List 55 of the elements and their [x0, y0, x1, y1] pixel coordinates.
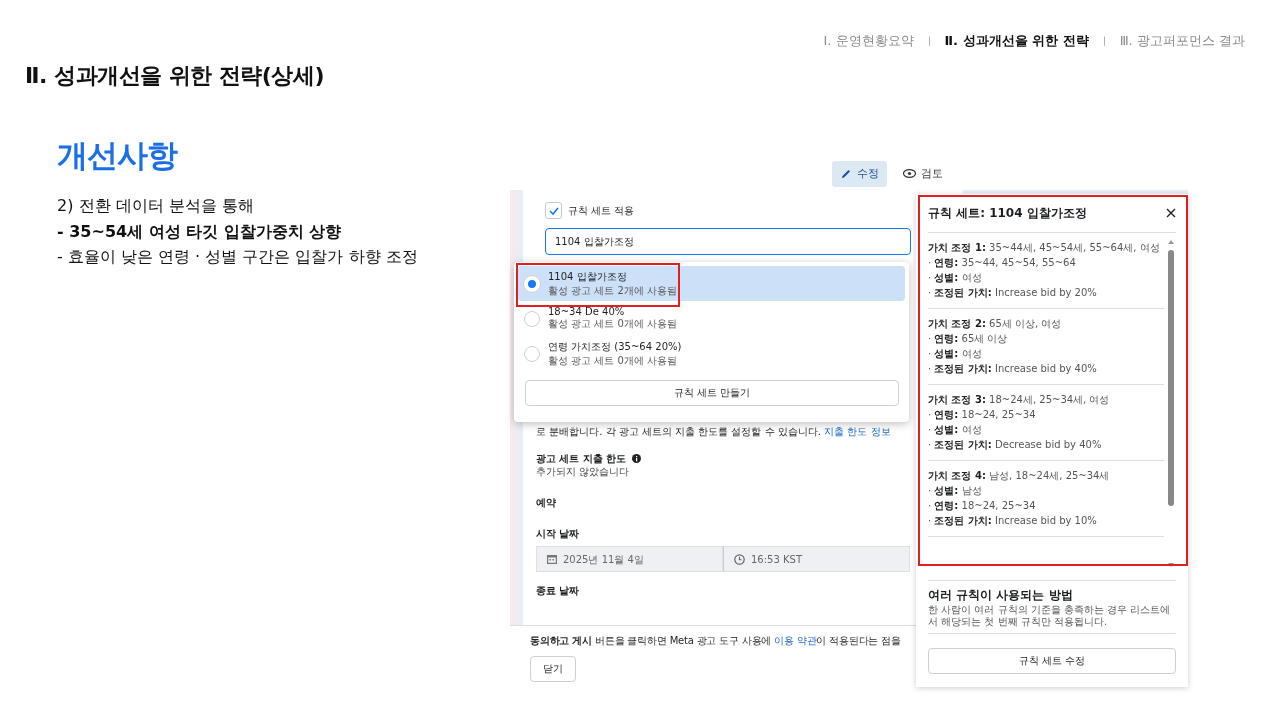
rule-set-field[interactable]: 1104 입찰가조정	[545, 228, 911, 255]
adjustment-detail: · 연령: 65세 이상	[928, 332, 1009, 346]
help-text: 한 사람이 여러 규칙의 기준을 충족하는 경우 리스트에서 해당되는 첫 번째 규칙만 적용됩니다.	[928, 604, 1172, 628]
field-value: 추가되지 않았습니다	[536, 465, 630, 478]
section-link[interactable]: Ⅱ. 성과개선을 위한 전략	[944, 32, 1089, 50]
option-title: 18~34 De 40%	[548, 306, 626, 317]
adjustment-title: 가치 조정 1: 35~44세, 45~54세, 55~64세, 여성	[928, 241, 1161, 255]
adjustment-title: 가치 조정 4: 남성, 18~24세, 25~34세	[928, 469, 1111, 483]
panel-title: 규칙 세트: 1104 입찰가조정	[928, 204, 1087, 222]
adjustment-title: 가치 조정 3: 18~24세, 25~34세, 여성	[928, 393, 1111, 407]
checkbox-label: 규칙 세트 적용	[568, 204, 635, 217]
mode-tab[interactable]: 검토	[895, 160, 951, 187]
adjustment-detail: · 조정된 가치: Increase bid by 10%	[928, 514, 1098, 528]
option-subtitle: 활성 광고 세트 2개에 사용됨	[548, 283, 678, 298]
adjustment-detail: · 조정된 가치: Increase bid by 40%	[928, 362, 1098, 376]
adjustment-detail: · 성별: 남성	[928, 484, 983, 498]
slide-title: Ⅱ. 성과개선을 위한 전략(상세)	[25, 62, 325, 90]
adjustment-detail: · 연령: 18~24, 25~34	[928, 408, 1037, 422]
field-label: 광고 세트 지출 한도	[536, 452, 627, 465]
option-subtitle: 활성 광고 세트 0개에 사용됨	[548, 317, 678, 331]
time-field[interactable]: 16:53 KST	[723, 546, 910, 572]
intro-text: 2) 전환 데이터 분석을 통해	[57, 195, 255, 217]
bullet-point: - 효율이 낮은 연령 · 성별 구간은 입찰가 하향 조정	[57, 246, 419, 268]
create-rule-set-button[interactable]: 규칙 세트 만들기	[525, 380, 899, 406]
section-heading: 개선사항	[57, 136, 179, 175]
section-link[interactable]: Ⅲ. 광고퍼포먼스 결과	[1119, 32, 1245, 50]
budget-note: 로 분배합니다. 각 광고 세트의 지출 한도를 설정할 수 있습니다. 지출 한도 정보	[536, 425, 891, 438]
adjustment-detail: · 연령: 18~24, 25~34	[928, 499, 1037, 513]
terms-link[interactable]: 이용 약관	[774, 635, 817, 646]
adjustment-detail: · 연령: 35~44, 45~54, 55~64	[928, 256, 1077, 270]
separator: ㅣ	[923, 33, 935, 49]
field-label: 종료 날짜	[536, 584, 580, 597]
edit-rule-set-button[interactable]: 규칙 세트 수정	[928, 648, 1176, 674]
option-title: 1104 입찰가조정	[548, 269, 628, 284]
close-button[interactable]: 닫기	[530, 656, 576, 682]
adjustment-detail: · 성별: 여성	[928, 423, 983, 437]
separator: ㅣ	[1098, 33, 1110, 49]
section-link[interactable]: Ⅰ. 운영현황요약	[823, 32, 914, 50]
mode-tab[interactable]: 수정	[832, 160, 887, 187]
adjustment-detail: · 성별: 여성	[928, 347, 983, 361]
option-title: 연령 가치조정 (35~64 20%)	[548, 339, 682, 354]
adjustment-title: 가치 조정 2: 65세 이상, 여성	[928, 317, 1063, 331]
help-title: 여러 규칙이 사용되는 방법	[928, 587, 1074, 604]
rule-set-option[interactable]: 연령 가치조정 (35~64 20%) 활성 광고 세트 0개에 사용됨	[518, 336, 905, 371]
info-link[interactable]: 지출 한도 정보	[824, 426, 891, 437]
rule-set-option[interactable]: 18~34 De 40% 활성 광고 세트 0개에 사용됨	[518, 301, 905, 336]
adjustment-detail: · 성별: 여성	[928, 271, 983, 285]
adjustment-detail: · 조정된 가치: Increase bid by 20%	[928, 286, 1098, 300]
section-label: 예약	[536, 496, 556, 509]
adjustment-detail: · 조정된 가치: Decrease bid by 40%	[928, 438, 1103, 452]
date-field[interactable]: 2025년 11월 4일	[536, 546, 723, 572]
option-subtitle: 활성 광고 세트 0개에 사용됨	[548, 353, 679, 368]
bullet-point: - 35~54세 여성 타깃 입찰가중치 상향	[57, 221, 343, 243]
rule-set-option[interactable]: 1104 입찰가조정 활성 광고 세트 2개에 사용됨	[518, 266, 905, 301]
field-label: 시작 날짜	[536, 527, 580, 540]
